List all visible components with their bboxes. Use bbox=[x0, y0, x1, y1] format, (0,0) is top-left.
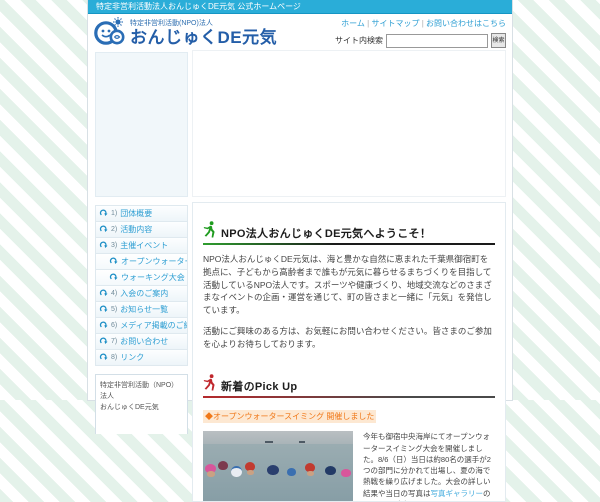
swimmer-face bbox=[207, 471, 215, 477]
sidebar-item[interactable]: 6)メディア掲載のご紹介 bbox=[96, 318, 187, 334]
runner-green-icon bbox=[203, 221, 216, 241]
pickup-title: 新着のPick Up bbox=[221, 378, 297, 394]
photo-ship bbox=[299, 441, 305, 443]
sidebar-item-number: 8) bbox=[111, 354, 117, 361]
swimmer-face bbox=[247, 470, 254, 475]
topbar-text: 特定非営利活動法人おんじゅくDE元気 公式ホームページ bbox=[96, 2, 301, 11]
nav-link[interactable]: サイトマップ bbox=[371, 19, 419, 28]
sidebar-item-label: メディア掲載のご紹介 bbox=[120, 320, 187, 331]
swimmer-cap bbox=[218, 461, 228, 470]
site-name: おんじゅくDE元気 bbox=[130, 29, 277, 47]
photo-ship bbox=[265, 441, 273, 443]
search-input[interactable] bbox=[386, 34, 488, 48]
welcome-section-header: NPO法人おんじゅくDE元気へようこそ！ bbox=[203, 221, 495, 241]
sidebar-item-number: 2) bbox=[111, 226, 117, 233]
pickup-article-link[interactable]: ◆オープンウォータースイミング 開催しました bbox=[203, 410, 376, 423]
welcome-rule bbox=[203, 243, 495, 245]
sidebar-item[interactable]: 8)リンク bbox=[96, 350, 187, 366]
search-button[interactable]: 検索 bbox=[491, 33, 506, 48]
arrow-icon bbox=[99, 352, 108, 363]
sidebar-empty-box bbox=[95, 52, 188, 197]
pickup-rule bbox=[203, 396, 495, 398]
sidebar-item[interactable]: 1)団体概要 bbox=[96, 206, 187, 222]
pickup-article: 今年も御宿中央海岸にてオープンウォータースイミング大会を開催しました。8/6（日… bbox=[203, 431, 495, 502]
sidebar-subitem[interactable]: オープンウォーター bbox=[96, 254, 187, 270]
pickup-section: 新着のPick Up ◆オープンウォータースイミング 開催しました bbox=[203, 374, 495, 502]
arrow-icon bbox=[109, 272, 118, 283]
main-column: NPO法人おんじゅくDE元気へようこそ！ NPO法人おんじゅくDE元気は、海と豊… bbox=[192, 50, 506, 502]
header-nav: ホーム | サイトマップ | お問い合わせはこちら bbox=[341, 18, 506, 29]
sidebar-item[interactable]: 3)主催イベント bbox=[96, 238, 187, 254]
arrow-icon bbox=[99, 304, 108, 315]
site-search: サイト内検索 検索 bbox=[335, 33, 506, 48]
sidebar-item-label: 入会のご案内 bbox=[120, 288, 168, 299]
sidebar-item-label: ウォーキング大会 bbox=[121, 272, 185, 283]
swimmer-cap bbox=[341, 469, 351, 477]
swimmer-cap bbox=[325, 466, 336, 475]
pickup-article-text: 今年も御宿中央海岸にてオープンウォータースイミング大会を開催しました。8/6（日… bbox=[363, 431, 495, 502]
sidebar-item-label: リンク bbox=[120, 352, 144, 363]
sidebar-item-label: 団体概要 bbox=[120, 208, 152, 219]
main-content: NPO法人おんじゅくDE元気へようこそ！ NPO法人おんじゅくDE元気は、海と豊… bbox=[192, 202, 506, 502]
swimmer-face bbox=[307, 471, 314, 476]
pickup-title-en: Pick Up bbox=[255, 381, 297, 393]
arrow-icon bbox=[109, 256, 118, 267]
arrow-icon bbox=[99, 336, 108, 347]
sidebar-item[interactable]: 5)お知らせ一覧 bbox=[96, 302, 187, 318]
logo-text: 特定非営利活動(NPO)法人 おんじゅくDE元気 bbox=[130, 20, 277, 46]
welcome-paragraph-2: 活動にご興味のある方は、お気軽にお問い合わせください。皆さまのご参加を心よりお待… bbox=[203, 325, 495, 351]
sidebar-item-label: お知らせ一覧 bbox=[120, 304, 168, 315]
sidebar-org-line1: 特定非営利活動（NPO）法人 bbox=[100, 380, 183, 402]
sidebar-item[interactable]: 2)活動内容 bbox=[96, 222, 187, 238]
site-logo[interactable]: 特定非営利活動(NPO)法人 おんじゅくDE元気 bbox=[94, 16, 277, 51]
sidebar-item-label: オープンウォーター bbox=[121, 256, 187, 267]
sidebar-org-box: 特定非営利活動（NPO）法人 おんじゅくDE元気 bbox=[95, 374, 188, 434]
sidebar-item[interactable]: 7)お問い合わせ bbox=[96, 334, 187, 350]
left-column: 1)団体概要2)活動内容3)主催イベントオープンウォーターウォーキング大会4)入… bbox=[95, 52, 188, 434]
swimmer-cap bbox=[267, 465, 279, 475]
sidebar-item-number: 1) bbox=[111, 210, 117, 217]
nav-link[interactable]: お問い合わせはこちら bbox=[426, 19, 506, 28]
swimmer-cap bbox=[231, 466, 242, 477]
sidebar-item-number: 6) bbox=[111, 322, 117, 329]
arrow-icon bbox=[99, 224, 108, 235]
topbar: 特定非営利活動法人おんじゅくDE元気 公式ホームページ bbox=[88, 0, 512, 14]
arrow-icon bbox=[99, 320, 108, 331]
site-header: 特定非営利活動(NPO)法人 おんじゅくDE元気 ホーム | サイトマップ | … bbox=[88, 14, 512, 52]
pickup-section-header: 新着のPick Up bbox=[203, 374, 495, 394]
photo-sky bbox=[203, 431, 353, 444]
arrow-icon bbox=[99, 208, 108, 219]
welcome-title: NPO法人おんじゅくDE元気へようこそ！ bbox=[221, 225, 431, 241]
sidebar-item-number: 5) bbox=[111, 306, 117, 313]
sidebar-item-number: 4) bbox=[111, 290, 117, 297]
search-label: サイト内検索 bbox=[335, 35, 383, 46]
sidebar-org-line2: おんじゅくDE元気 bbox=[100, 402, 183, 413]
swimmer-cap bbox=[287, 468, 296, 476]
hero-empty-box bbox=[192, 50, 506, 197]
pickup-inline-link[interactable]: 写真ギャラリー bbox=[431, 489, 484, 498]
mascot-logo-icon bbox=[94, 16, 126, 51]
arrow-icon bbox=[99, 240, 108, 251]
sidebar-item-number: 3) bbox=[111, 242, 117, 249]
runner-red-icon bbox=[203, 374, 216, 394]
sidebar-item-label: 主催イベント bbox=[120, 240, 168, 251]
sidebar-item-label: お問い合わせ bbox=[120, 336, 168, 347]
sidebar-item-label: 活動内容 bbox=[120, 224, 152, 235]
sidebar-item-number: 7) bbox=[111, 338, 117, 345]
welcome-paragraph-1: NPO法人おんじゅくDE元気は、海と豊かな自然に恵まれた千葉県御宿町を拠点に、子… bbox=[203, 253, 495, 317]
sidebar-item[interactable]: 4)入会のご案内 bbox=[96, 286, 187, 302]
pickup-title-jp: 新着の bbox=[221, 381, 255, 393]
page-container: 特定非営利活動法人おんじゅくDE元気 公式ホームページ bbox=[88, 0, 512, 400]
arrow-icon bbox=[99, 288, 108, 299]
article-photo-image bbox=[203, 431, 353, 502]
sidebar-subitem[interactable]: ウォーキング大会 bbox=[96, 270, 187, 286]
sidebar-menu: 1)団体概要2)活動内容3)主催イベントオープンウォーターウォーキング大会4)入… bbox=[95, 205, 188, 366]
nav-link[interactable]: ホーム bbox=[341, 19, 365, 28]
